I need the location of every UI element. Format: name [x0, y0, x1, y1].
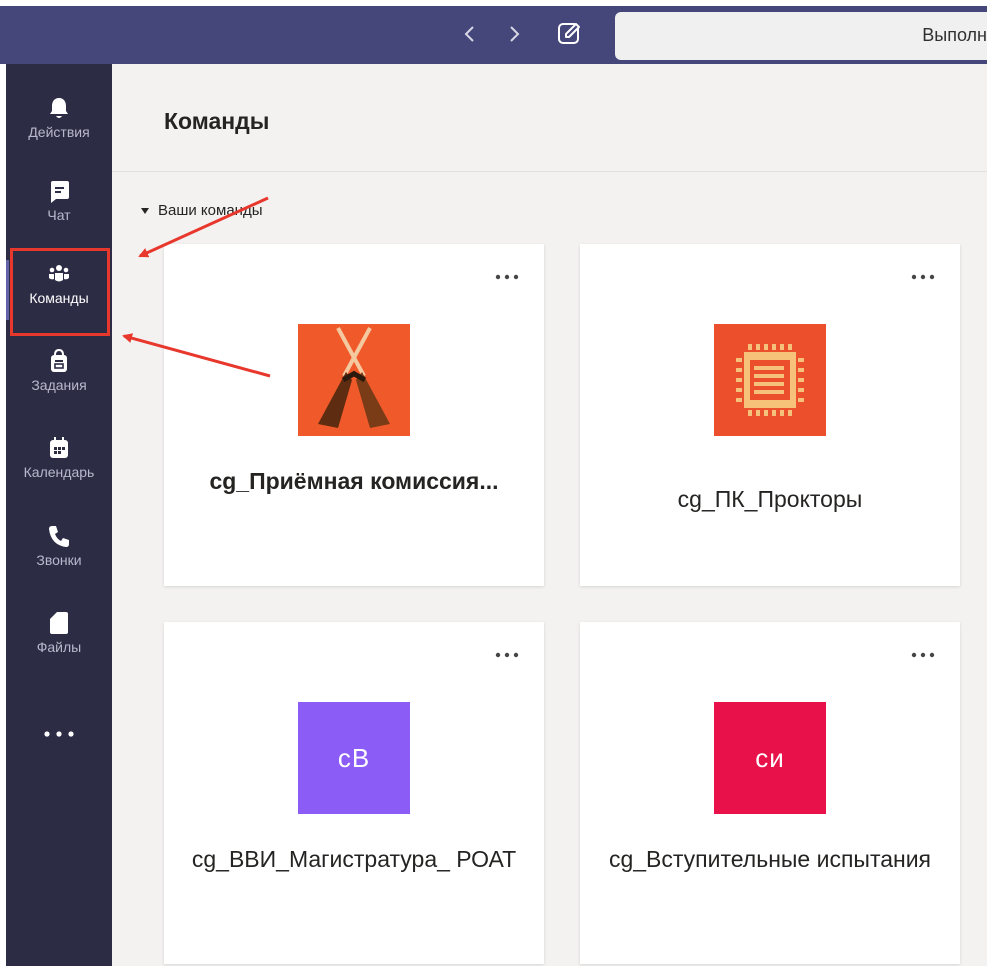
brooms-image: [298, 324, 410, 436]
annotation-highlight: [10, 248, 110, 336]
chevron-left-icon: [464, 26, 474, 42]
rail-item-label: Задания: [31, 377, 87, 393]
team-initials: си: [755, 742, 785, 773]
team-more-button[interactable]: [910, 650, 936, 660]
team-name: cg_Приёмная комиссия...: [209, 468, 499, 494]
rail-item-label: Действия: [28, 124, 90, 140]
team-card[interactable]: cg_Приёмная комиссия...: [164, 244, 544, 586]
circuit-chip-image: [714, 324, 826, 436]
more-horizontal-icon: [911, 274, 935, 280]
bell-icon: [48, 96, 70, 120]
main-header: Команды: [112, 64, 987, 172]
rail-item-calls[interactable]: Звонки: [6, 512, 112, 592]
phone-icon: [48, 524, 70, 548]
rail-item-assignments[interactable]: Задания: [6, 337, 112, 417]
team-name: cg_Вступительные испытания: [608, 846, 932, 872]
rail-item-label: Звонки: [36, 552, 82, 568]
team-avatar: [298, 324, 410, 436]
forward-button[interactable]: [500, 20, 528, 48]
caret-down-icon: [140, 206, 150, 216]
team-more-button[interactable]: [494, 272, 520, 282]
more-horizontal-icon: [911, 652, 935, 658]
chevron-right-icon: [510, 26, 520, 42]
new-chat-button[interactable]: [555, 20, 583, 48]
chat-icon: [48, 179, 70, 203]
more-horizontal-icon: [495, 274, 519, 280]
rail-item-chat[interactable]: Чат: [6, 167, 112, 247]
top-bar: Выполн: [0, 6, 987, 64]
team-avatar: сВ: [298, 702, 410, 814]
more-horizontal-icon: [44, 731, 74, 737]
team-card[interactable]: сВ cg_ВВИ_Магистратура_ РОАТ: [164, 622, 544, 964]
assignments-icon: [48, 349, 70, 373]
team-more-button[interactable]: [910, 272, 936, 282]
team-avatar: си: [714, 702, 826, 814]
section-label: Ваши команды: [158, 202, 263, 219]
team-name: cg_ПК_Прокторы: [677, 486, 863, 512]
team-more-button[interactable]: [494, 650, 520, 660]
team-initials: сВ: [337, 742, 371, 773]
calendar-icon: [48, 436, 70, 460]
more-horizontal-icon: [495, 652, 519, 658]
file-icon: [48, 611, 70, 635]
compose-icon: [558, 23, 580, 44]
rail-item-activity[interactable]: Действия: [6, 84, 112, 164]
rail-item-label: Чат: [47, 207, 71, 223]
team-card[interactable]: си cg_Вступительные испытания: [580, 622, 960, 964]
team-avatar: [714, 324, 826, 436]
section-toggle-your-teams[interactable]: Ваши команды: [140, 202, 262, 219]
more-apps-button[interactable]: [6, 714, 112, 754]
rail-item-label: Файлы: [36, 639, 82, 655]
team-card[interactable]: cg_ПК_Прокторы: [580, 244, 960, 586]
rail-item-calendar[interactable]: Календарь: [6, 424, 112, 504]
rail-item-label: Календарь: [23, 464, 95, 480]
rail-item-files[interactable]: Файлы: [6, 599, 112, 679]
page-title: Команды: [164, 108, 270, 134]
search-text: Выполн: [922, 25, 987, 45]
app-rail: Действия Чат Команды Задания Календарь З…: [6, 64, 112, 966]
team-name: cg_ВВИ_Магистратура_ РОАТ: [191, 846, 517, 872]
search-box[interactable]: Выполн: [615, 12, 987, 60]
main-content: Команды Ваши команды cg_Приёмная комисси…: [112, 64, 987, 966]
back-button[interactable]: [456, 20, 484, 48]
